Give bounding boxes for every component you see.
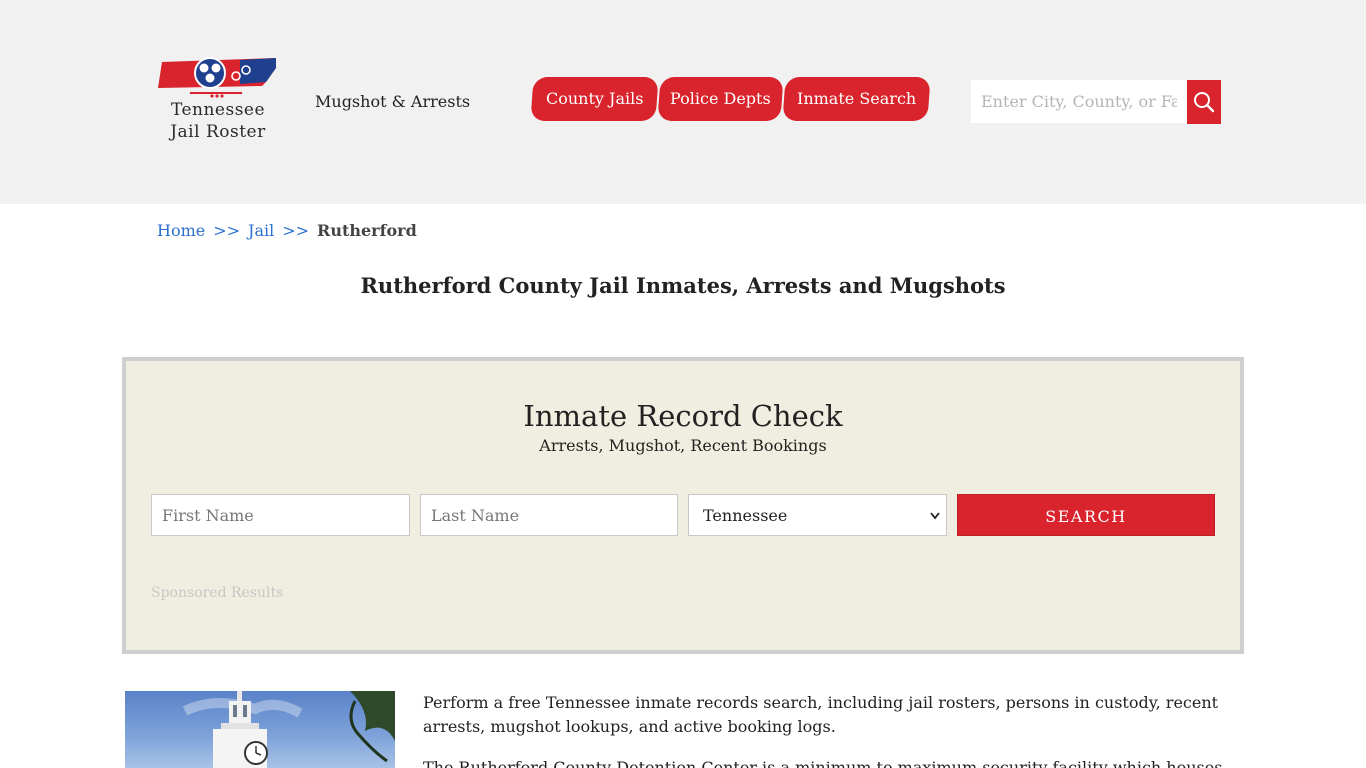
courthouse-photo bbox=[125, 691, 395, 768]
site-tagline: Mugshot & Arrests bbox=[315, 92, 471, 111]
nav-tab-label: Police Depts bbox=[670, 89, 771, 108]
chevron-down-icon bbox=[930, 495, 940, 554]
breadcrumb-separator: >> bbox=[282, 221, 310, 240]
record-search-button[interactable]: SEARCH bbox=[957, 494, 1215, 536]
nav-tab-police-depts[interactable]: Police Depts bbox=[657, 77, 784, 121]
header-search-input[interactable] bbox=[971, 80, 1187, 123]
description-paragraph: The Rutherford County Detention Center i… bbox=[423, 758, 1223, 768]
site-header: Tennessee Jail Roster Mugshot & Arrests … bbox=[0, 0, 1366, 204]
nav-tab-county-jails[interactable]: County Jails bbox=[530, 77, 659, 121]
state-select-value: Tennessee bbox=[703, 506, 788, 525]
breadcrumb-jail[interactable]: Jail bbox=[248, 221, 274, 240]
header-search-button[interactable] bbox=[1187, 80, 1221, 124]
breadcrumb: Home >> Jail >> Rutherford bbox=[157, 221, 417, 240]
nav-tab-label: Inmate Search bbox=[796, 89, 917, 108]
tennessee-flag-icon bbox=[158, 57, 276, 98]
inmate-record-check-panel: Inmate Record Check Arrests, Mugshot, Re… bbox=[122, 357, 1244, 654]
logo-line-2: Jail Roster bbox=[170, 122, 266, 142]
record-check-subtitle: Arrests, Mugshot, Recent Bookings bbox=[539, 436, 827, 455]
sponsored-results-label: Sponsored Results bbox=[151, 585, 284, 601]
nav-tab-inmate-search[interactable]: Inmate Search bbox=[782, 77, 931, 121]
courthouse-tower-image bbox=[182, 691, 395, 768]
search-icon bbox=[1194, 92, 1215, 113]
last-name-input[interactable] bbox=[420, 494, 678, 536]
nav-tab-label: County Jails bbox=[545, 89, 644, 108]
breadcrumb-separator: >> bbox=[213, 221, 241, 240]
first-name-input[interactable] bbox=[151, 494, 410, 536]
breadcrumb-current: Rutherford bbox=[317, 221, 417, 240]
site-logo[interactable]: Tennessee Jail Roster bbox=[154, 56, 282, 148]
record-check-title: Inmate Record Check bbox=[523, 399, 843, 433]
breadcrumb-home[interactable]: Home bbox=[157, 221, 205, 240]
intro-paragraph: Perform a free Tennessee inmate records … bbox=[423, 693, 1219, 736]
logo-line-1: Tennessee bbox=[170, 100, 266, 120]
state-select[interactable]: Tennessee bbox=[688, 494, 947, 536]
page-title: Rutherford County Jail Inmates, Arrests … bbox=[360, 273, 1006, 298]
